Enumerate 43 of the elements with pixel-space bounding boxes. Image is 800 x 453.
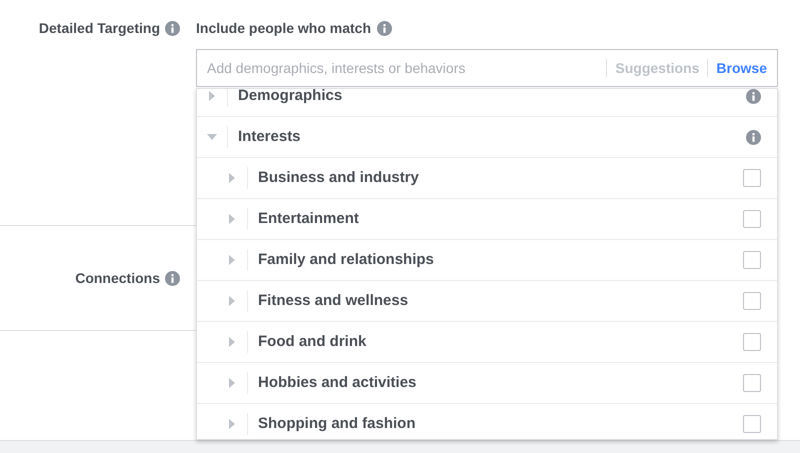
- caret-right-icon[interactable]: [227, 214, 237, 224]
- search-field[interactable]: Add demographics, interests or behaviors Suggestions Browse: [196, 49, 778, 87]
- section-label: Detailed Targeting: [38, 18, 160, 38]
- caret-right-icon[interactable]: [227, 173, 237, 183]
- tree-row[interactable]: Fitness and wellness: [197, 281, 777, 322]
- info-icon: [165, 20, 180, 36]
- tree-row[interactable]: Entertainment: [197, 199, 777, 240]
- info-icon: [746, 130, 761, 144]
- category-label: Family and relationships: [258, 250, 435, 270]
- tree-row[interactable]: Food and drink: [197, 322, 777, 363]
- caret-right-icon[interactable]: [227, 255, 237, 265]
- tree-row[interactable]: Demographics: [197, 89, 777, 117]
- category-label: Shopping and fashion: [258, 414, 416, 434]
- field-label: Include people who match: [196, 18, 372, 38]
- info-icon: [165, 270, 180, 286]
- checkbox[interactable]: [743, 292, 761, 310]
- caret-down-icon[interactable]: [207, 132, 217, 142]
- checkbox[interactable]: [743, 169, 761, 187]
- category-label: Entertainment: [258, 208, 360, 229]
- category-label: Business and industry: [258, 168, 420, 188]
- tree-row[interactable]: Family and relationships: [197, 240, 777, 281]
- section-label: Connections: [75, 268, 160, 288]
- caret-right-icon[interactable]: [207, 91, 217, 101]
- info-icon: [377, 20, 392, 36]
- category-label: Hobbies and activities: [258, 372, 418, 393]
- checkbox[interactable]: [743, 251, 761, 269]
- tree-row[interactable]: Business and industry: [197, 158, 777, 199]
- caret-right-icon[interactable]: [227, 296, 237, 306]
- tree-row[interactable]: Interests: [197, 117, 777, 158]
- category-label: Interests: [238, 126, 302, 147]
- caret-right-icon[interactable]: [227, 378, 237, 388]
- checkbox[interactable]: [743, 333, 761, 351]
- category-label: Demographics: [238, 89, 344, 106]
- tree-row[interactable]: Shopping and fashion: [197, 404, 777, 439]
- category-label: Fitness and wellness: [258, 290, 410, 311]
- category-label: Food and drink: [258, 332, 368, 352]
- caret-right-icon[interactable]: [227, 337, 237, 347]
- tree-row[interactable]: Hobbies and activities: [197, 363, 777, 404]
- checkbox[interactable]: [743, 415, 761, 433]
- checkbox[interactable]: [743, 374, 761, 392]
- caret-right-icon[interactable]: [227, 419, 237, 429]
- checkbox[interactable]: [743, 210, 761, 228]
- search-tab[interactable]: Browse: [716, 58, 767, 78]
